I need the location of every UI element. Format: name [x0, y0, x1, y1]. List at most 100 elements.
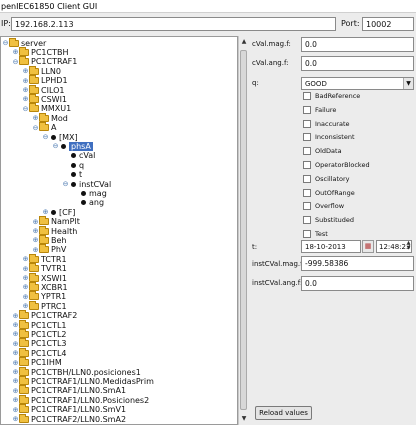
collapse-icon[interactable]: ⊖	[22, 104, 29, 114]
t-label: t:	[252, 243, 258, 251]
tree-item-label: t	[79, 170, 83, 180]
folder-icon	[19, 413, 29, 423]
tree-item-label: Mod	[51, 113, 68, 123]
chevron-down-icon[interactable]: ▼	[403, 78, 413, 89]
tree-item-label: LPHD1	[41, 76, 68, 86]
checkbox-icon[interactable]	[303, 147, 311, 156]
inst-mag-label: instCVal.mag.f:	[252, 260, 305, 268]
node-dot-icon	[51, 134, 56, 140]
quality-flag-label: Failure	[315, 105, 337, 114]
checkbox-icon[interactable]	[303, 161, 311, 169]
quality-flag-checkbox[interactable]: Failure	[303, 105, 336, 115]
folder-icon	[19, 404, 29, 414]
scroll-thumb[interactable]	[240, 50, 247, 410]
folder-icon	[19, 357, 29, 367]
folder-icon	[29, 272, 39, 282]
tree-item-label: PC1CTRAF1/LLN0.SmV1	[31, 405, 127, 415]
quality-flag-checkbox[interactable]: OperatorBlocked	[303, 160, 370, 170]
tree-item-label: NamPlt	[51, 217, 80, 227]
tree-item-label: XCBR1	[41, 282, 68, 292]
quality-flag-checkbox[interactable]: OutOfRange	[303, 188, 355, 198]
checkbox-icon[interactable]	[303, 188, 311, 197]
tree-item-label: TVTR1	[41, 264, 67, 274]
folder-icon	[39, 234, 49, 244]
checkbox-icon[interactable]	[303, 174, 311, 183]
node-dot-icon	[71, 172, 76, 178]
tree-item-label: CSWI1	[41, 94, 68, 104]
checkbox-icon[interactable]	[303, 92, 311, 100]
quality-flag-checkbox[interactable]: OldData	[303, 146, 342, 156]
collapse-icon[interactable]: ⊖	[2, 38, 9, 48]
tree-item-label: Health	[51, 226, 78, 236]
tree-item-label: PC1CTL3	[31, 339, 67, 349]
quality-flag-checkbox[interactable]: Overflow	[303, 201, 344, 211]
checkbox-icon[interactable]	[303, 105, 311, 114]
cval-ang-field[interactable]: 0.0	[301, 56, 414, 71]
quality-flag-checkbox[interactable]: BadReference	[303, 91, 360, 101]
cval-ang-label: cVal.ang.f:	[252, 59, 289, 67]
tree-item-label: PhV	[51, 245, 67, 255]
reload-values-button[interactable]: Reload values	[255, 406, 312, 420]
folder-icon	[29, 291, 39, 301]
folder-icon	[19, 319, 29, 329]
quality-flag-label: Inconsistent	[315, 133, 355, 142]
quality-flag-checkbox[interactable]: Oscillatory	[303, 174, 350, 184]
port-label: Port:	[341, 19, 360, 28]
scroll-up-icon[interactable]: ▲	[240, 38, 248, 46]
tree-item-label: PC1CTRAF1/LLN0.MedidasPrim	[31, 376, 154, 386]
quality-flag-checkbox[interactable]: Inaccurate	[303, 119, 350, 129]
ip-field[interactable]: 192.168.2.113	[11, 17, 336, 31]
collapse-icon[interactable]: ⊖	[52, 141, 59, 151]
folder-icon	[39, 244, 49, 254]
folder-icon	[29, 65, 39, 75]
tree-item-label: [CF]	[59, 207, 76, 217]
tree-item-label: PC1CTBH/LLN0.posiciones1	[31, 367, 141, 377]
collapse-icon[interactable]: ⊖	[12, 57, 19, 67]
quality-flag-label: OperatorBlocked	[315, 161, 370, 169]
quality-flag-checkbox[interactable]: Substituded	[303, 215, 354, 225]
collapse-icon[interactable]: ⊖	[42, 132, 49, 142]
tree-item-label: PC1CTRAF2	[31, 311, 78, 321]
checkbox-icon[interactable]	[303, 216, 311, 225]
node-dot-icon	[81, 190, 86, 196]
tree-item-label: q	[79, 160, 85, 170]
tree-scrollbar[interactable]: ▲ ▼	[238, 36, 248, 425]
tree-item[interactable]: ang	[72, 198, 104, 208]
model-tree[interactable]: ⊖ server ⊕ PC1CTBH ⊖ PC1CTRAF1 ⊕ LLN0 ⊕ LPHD1 ⊕ CIL…	[0, 36, 238, 425]
inst-mag-field[interactable]: -999.58386	[301, 256, 414, 271]
quality-select[interactable]: GOOD ▼	[301, 77, 414, 90]
expand-icon[interactable]: ⊕	[12, 414, 19, 424]
folder-icon	[39, 112, 49, 122]
time-spinner[interactable]: ▲ ▼	[405, 241, 412, 252]
quality-flag-label: Oscillatory	[315, 174, 350, 183]
checkbox-icon[interactable]	[303, 133, 311, 142]
quality-flag-checkbox[interactable]: Inconsistent	[303, 132, 355, 142]
q-label: q:	[252, 79, 259, 87]
folder-icon	[19, 310, 29, 320]
calendar-icon[interactable]: ▦	[362, 240, 374, 253]
node-dot-icon	[71, 181, 76, 187]
node-dot-icon	[81, 200, 86, 206]
checkbox-icon[interactable]	[303, 119, 311, 128]
scroll-down-icon[interactable]: ▼	[240, 415, 248, 423]
collapse-icon[interactable]: ⊖	[62, 179, 69, 189]
tree-item-label: phsA	[69, 141, 93, 151]
folder-icon	[19, 46, 29, 56]
quality-flag-checkbox[interactable]: Test	[303, 229, 328, 239]
port-field[interactable]: 10002	[362, 17, 414, 31]
checkbox-icon[interactable]	[303, 202, 311, 211]
tree-item[interactable]: ⊕ PC1CTRAF2/LLN0.SmA2	[12, 413, 126, 424]
folder-icon	[29, 84, 39, 94]
tree-item-label: PC1CTRAF1/LLN0.SmA1	[31, 386, 127, 396]
node-dot-icon	[71, 162, 76, 168]
checkbox-icon[interactable]	[303, 230, 311, 238]
node-dot-icon	[61, 143, 66, 149]
cval-mag-field[interactable]: 0.0	[301, 37, 414, 52]
tree-item-label: LLN0	[41, 66, 61, 76]
tree-item-label: PC1CTRAF1/LLN0.Posiciones2	[31, 395, 150, 405]
inst-ang-field[interactable]: 0.0	[301, 276, 414, 291]
folder-icon	[29, 93, 39, 103]
date-field[interactable]: 18-10-2013	[301, 240, 361, 253]
collapse-icon[interactable]: ⊖	[32, 123, 39, 133]
node-dot-icon	[51, 209, 56, 215]
